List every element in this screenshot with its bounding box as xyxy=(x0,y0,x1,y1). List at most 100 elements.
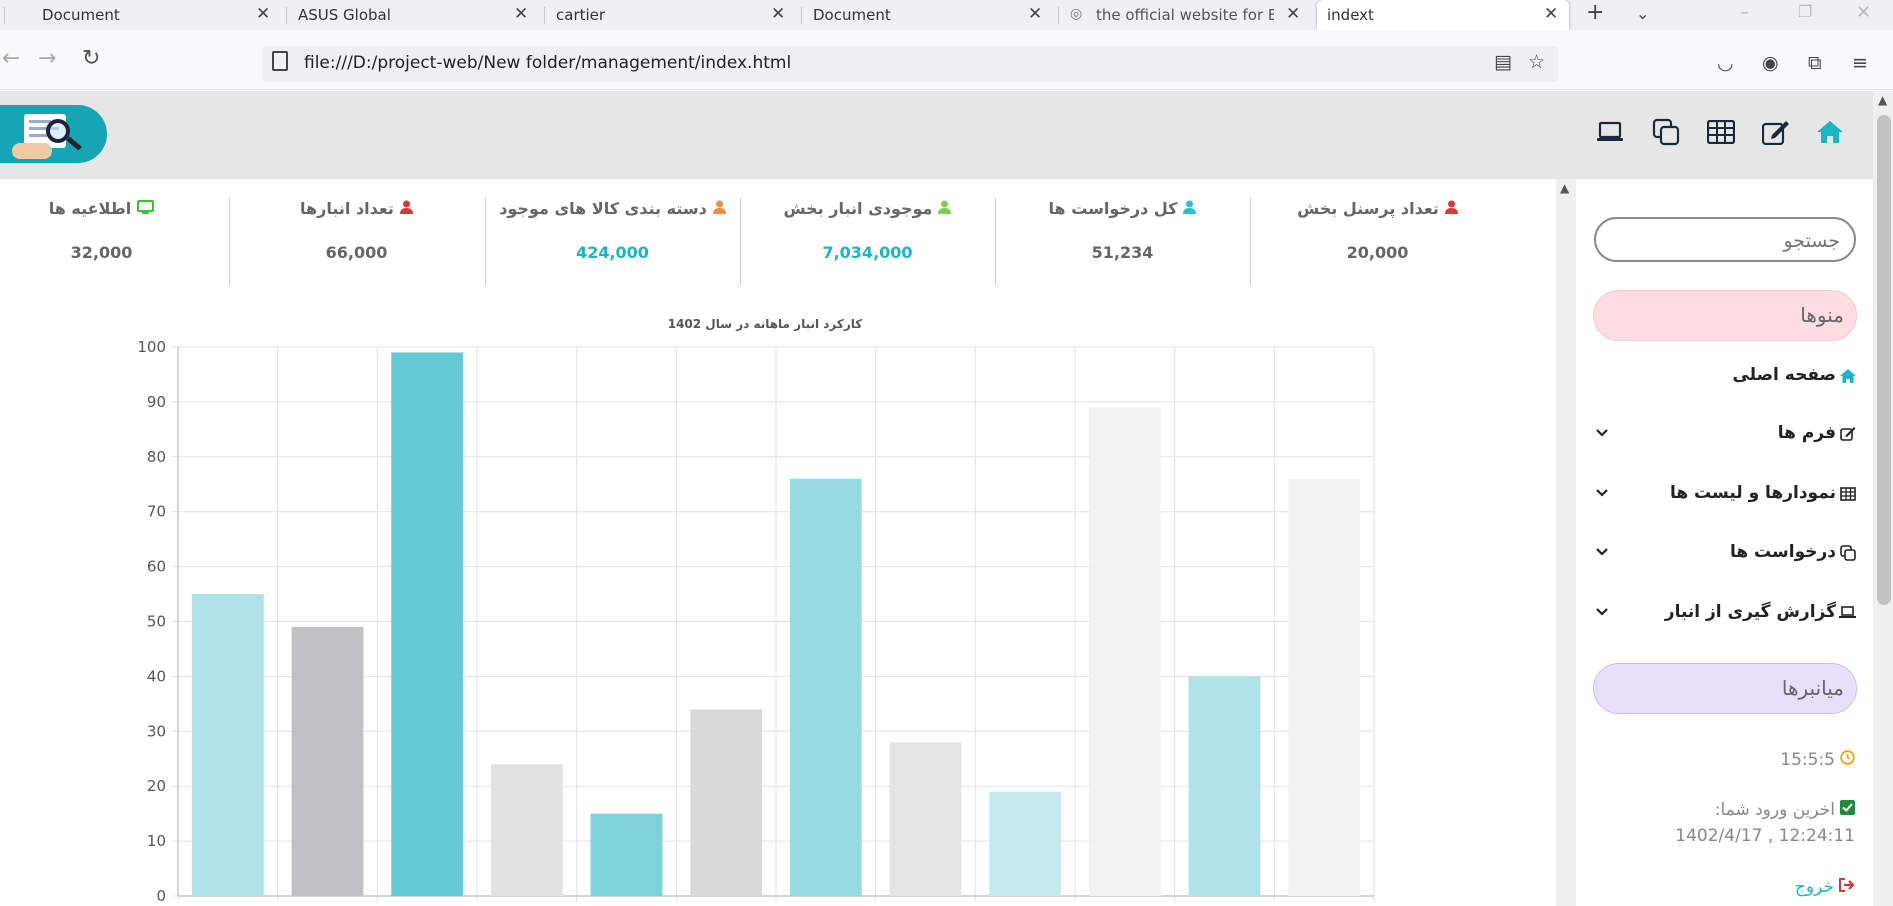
tab-title: Document xyxy=(42,6,120,24)
browser-tab-3[interactable]: cartier ✕ xyxy=(556,0,786,30)
y-tick-label: 30 xyxy=(147,722,166,740)
table-icon[interactable] xyxy=(1706,117,1736,147)
home-icon[interactable] xyxy=(1815,117,1845,147)
user-icon xyxy=(399,199,413,218)
logout-link[interactable]: خروج xyxy=(1795,877,1855,897)
stat-title-text: کل درخواست ها xyxy=(1048,199,1178,218)
sidebar-item-home[interactable]: صفحه اصلی xyxy=(1594,361,1856,391)
stat-title-text: تعداد پرسنل بخش xyxy=(1297,199,1439,218)
minimize-icon[interactable]: – xyxy=(1740,2,1749,23)
scroll-up-icon[interactable]: ▲ xyxy=(1560,181,1569,195)
laptop-icon xyxy=(1839,604,1856,621)
stat-title: اطلاعیه ها xyxy=(0,199,229,218)
y-tick-label: 70 xyxy=(147,503,166,521)
chevron-down-icon[interactable] xyxy=(1594,603,1610,619)
user-icon xyxy=(1183,199,1197,218)
tab-close-icon[interactable]: ✕ xyxy=(514,4,528,24)
tab-close-icon[interactable]: ✕ xyxy=(771,4,785,24)
sidebar-item-requests[interactable]: درخواست ها xyxy=(1594,538,1856,568)
copy-icon xyxy=(1839,544,1856,561)
stat-card-inventory: موجودی انبار بخش 7,034,000 xyxy=(740,193,995,288)
tab-title: indext xyxy=(1327,6,1374,24)
tab-title: ASUS Global xyxy=(298,6,391,24)
bar-1[interactable] xyxy=(191,594,264,896)
browser-tab-1[interactable]: Document ✕ xyxy=(42,0,272,30)
tab-close-icon[interactable]: ✕ xyxy=(256,4,270,24)
reload-icon[interactable]: ↻ xyxy=(82,46,100,71)
search-box[interactable] xyxy=(1594,217,1856,262)
logo[interactable] xyxy=(0,105,107,163)
clock: 15:5:5 xyxy=(1780,750,1855,770)
scrollbar-thumb[interactable] xyxy=(1877,115,1891,605)
new-tab-icon[interactable]: + xyxy=(1586,0,1604,25)
chevron-down-icon[interactable] xyxy=(1594,543,1610,559)
stat-card-announcements: اطلاعیه ها 32,000 xyxy=(0,193,229,288)
app-menu-icon[interactable]: ≡ xyxy=(1852,52,1868,74)
sidebar-item-forms[interactable]: فرم ها xyxy=(1594,419,1856,449)
browser-tab-2[interactable]: ASUS Global ✕ xyxy=(298,0,528,30)
browser-tab-strip: Document ✕ ASUS Global ✕ cartier ✕ Docum… xyxy=(0,0,1893,30)
y-tick-label: 0 xyxy=(156,887,166,905)
stat-title-text: اطلاعیه ها xyxy=(48,199,132,218)
bar-11[interactable] xyxy=(1188,676,1261,896)
reader-view-icon[interactable]: ▤ xyxy=(1494,51,1512,73)
bar-9[interactable] xyxy=(989,791,1062,896)
address-bar[interactable]: file:///D:/project-web/New folder/manage… xyxy=(262,46,1558,82)
laptop-icon[interactable] xyxy=(1595,117,1625,147)
tab-title: cartier xyxy=(556,6,606,24)
chevron-down-icon[interactable] xyxy=(1594,484,1610,500)
stat-value: 32,000 xyxy=(70,243,133,262)
y-tick-label: 10 xyxy=(147,832,166,850)
content-scrollbar[interactable]: ▲ xyxy=(1556,179,1576,906)
y-tick-label: 60 xyxy=(147,558,166,576)
monitor-icon xyxy=(137,199,155,218)
bar-12[interactable] xyxy=(1288,478,1361,896)
tab-close-icon[interactable]: ✕ xyxy=(1286,4,1300,24)
scroll-up-icon[interactable]: ▲ xyxy=(1878,93,1887,107)
forward-icon[interactable]: → xyxy=(38,46,56,71)
shortcuts-header: میانبرها xyxy=(1593,663,1857,714)
last-login-value: 1402/4/17 , 12:24:11 xyxy=(1675,826,1855,846)
browser-tab-5[interactable]: ◎ the official website for Europ ✕ xyxy=(1070,0,1300,30)
stat-title: دسته بندی کالا های موجود xyxy=(485,199,740,218)
bar-4[interactable] xyxy=(490,764,563,896)
globe-icon: ◎ xyxy=(1070,6,1083,22)
copy-icon[interactable] xyxy=(1651,117,1681,147)
chevron-down-icon[interactable] xyxy=(1594,424,1610,440)
bar-3[interactable] xyxy=(391,352,464,896)
pocket-icon[interactable]: ◡ xyxy=(1717,52,1734,74)
back-icon[interactable]: ← xyxy=(2,46,20,71)
tab-close-icon[interactable]: ✕ xyxy=(1544,4,1558,24)
sidebar-item-label: فرم ها xyxy=(1777,423,1836,443)
account-icon[interactable]: ◉ xyxy=(1762,52,1779,74)
edit-icon xyxy=(1839,425,1856,442)
browser-tab-4[interactable]: Document ✕ xyxy=(813,0,1043,30)
bar-10[interactable] xyxy=(1088,407,1161,896)
sidebar-item-charts-lists[interactable]: نمودارها و لیست ها xyxy=(1594,479,1856,509)
bookmark-star-icon[interactable]: ☆ xyxy=(1528,51,1545,73)
bar-5[interactable] xyxy=(590,813,663,896)
table-icon xyxy=(1839,485,1856,502)
restore-icon[interactable]: ❐ xyxy=(1798,2,1812,21)
page-scrollbar[interactable]: ▲ xyxy=(1873,91,1893,906)
stat-card-categories: دسته بندی کالا های موجود 424,000 xyxy=(485,193,740,288)
monthly-warehouse-bar-chart: 0 10 20 30 40 50 60 70 80 90 100 xyxy=(137,338,1375,905)
user-icon xyxy=(938,199,952,218)
url-text: file:///D:/project-web/New folder/manage… xyxy=(304,53,792,73)
tab-list-chevron-icon[interactable]: ⌄ xyxy=(1636,4,1649,23)
edit-icon[interactable] xyxy=(1761,117,1791,147)
sidebar-item-reports[interactable]: گزارش گیری از انبار xyxy=(1594,598,1856,628)
bar-8[interactable] xyxy=(889,742,962,896)
search-input[interactable] xyxy=(1610,227,1840,255)
last-login: اخرین ورود شما: xyxy=(1715,800,1855,820)
stat-title: کل درخواست ها xyxy=(995,199,1250,218)
close-window-icon[interactable]: ✕ xyxy=(1856,2,1871,23)
extensions-icon[interactable]: ⧉ xyxy=(1808,52,1822,74)
tab-close-icon[interactable]: ✕ xyxy=(1028,4,1042,24)
bar-2[interactable] xyxy=(291,626,364,896)
stat-value: 66,000 xyxy=(325,243,388,262)
bar-6[interactable] xyxy=(690,709,763,896)
bar-7[interactable] xyxy=(789,478,862,896)
clock-icon xyxy=(1840,750,1855,770)
browser-tab-active[interactable]: indext ✕ xyxy=(1317,0,1569,30)
